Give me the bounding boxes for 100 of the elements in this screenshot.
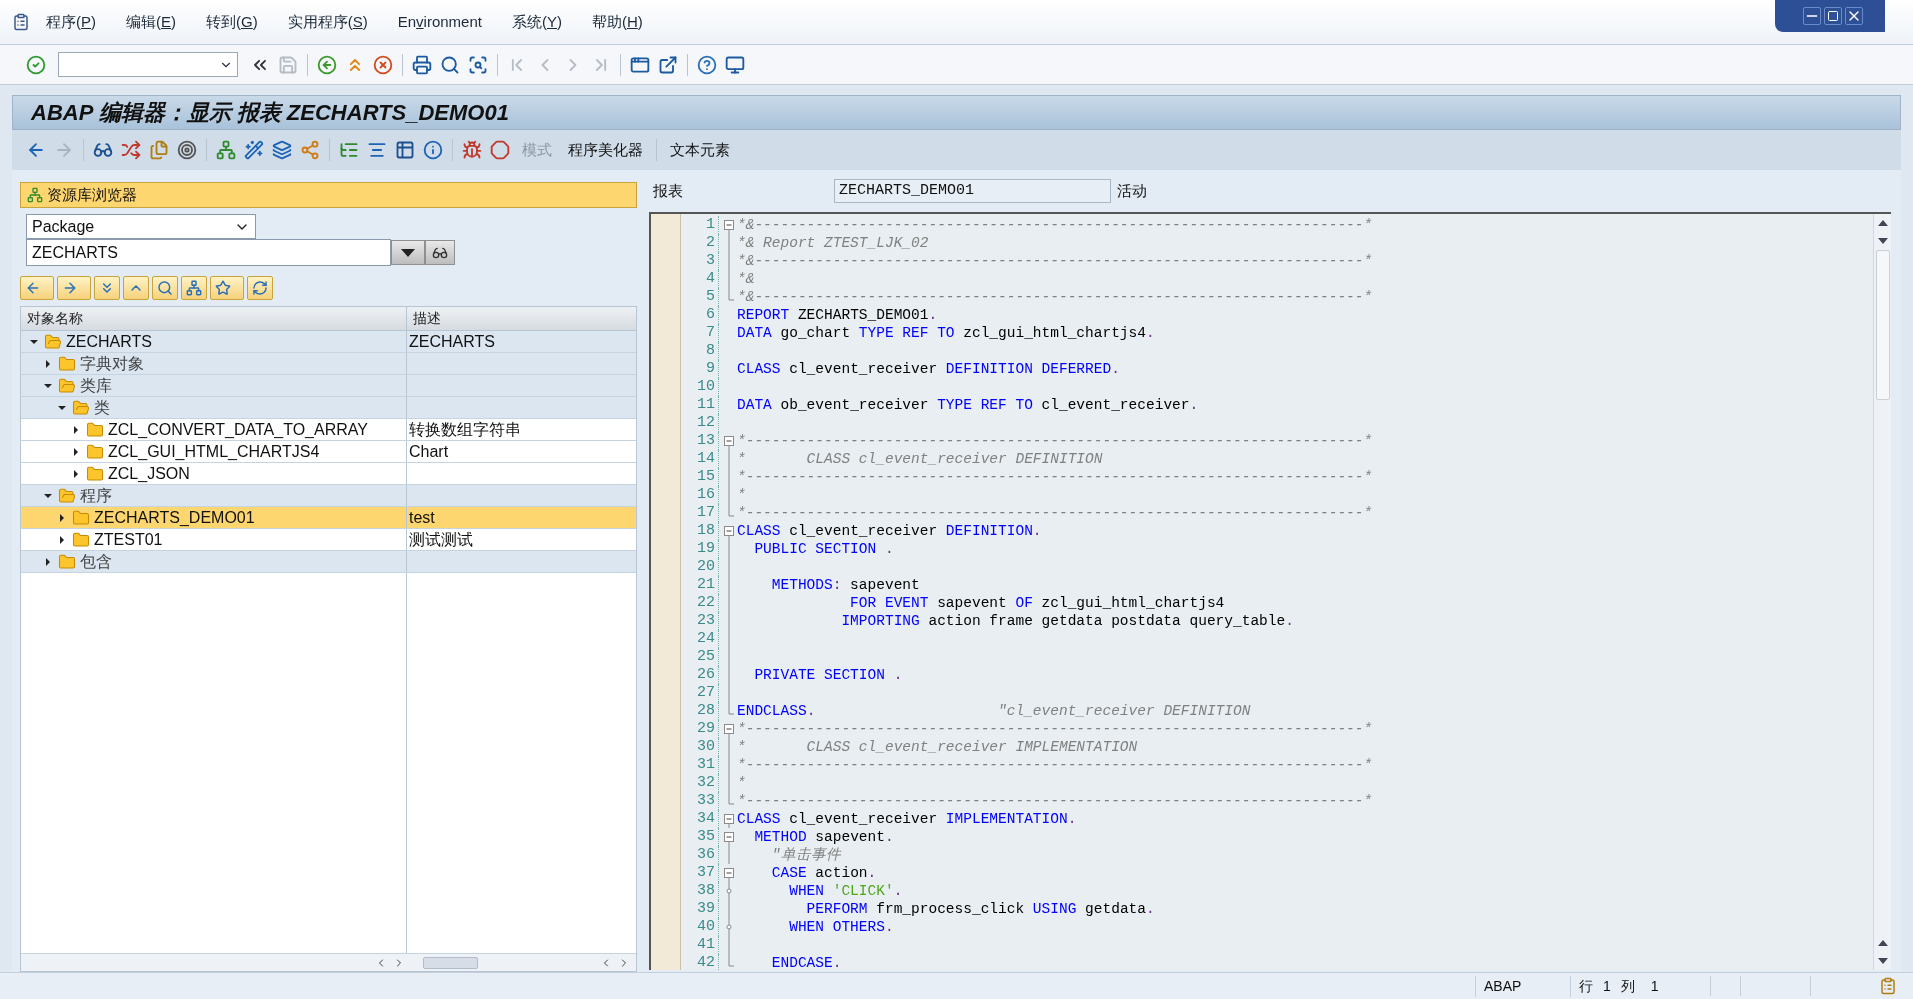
table-icon[interactable] [395,140,415,160]
column-header[interactable]: 对象名称 [21,307,407,330]
expand-button[interactable] [94,276,120,300]
find-button[interactable] [152,276,178,300]
expand-arrow-icon[interactable] [43,556,53,567]
line-number: 20 [681,558,719,576]
tree-row[interactable]: ZCL_GUI_HTML_CHARTJS4 Chart [21,441,636,463]
hierarchy-icon[interactable] [339,140,359,160]
check-circle-icon[interactable] [26,54,46,75]
restore-icon[interactable] [1824,7,1842,25]
search-next-icon[interactable] [468,54,488,75]
status-label: 活动 [1117,180,1147,201]
tree-row[interactable]: ZCL_CONVERT_DATA_TO_ARRAY 转换数组字符串 [21,419,636,441]
shuffle-icon[interactable] [121,140,141,160]
info-icon[interactable] [423,140,443,160]
tree-row[interactable]: ZECHARTS ZECHARTS [21,331,636,353]
tree-row[interactable]: 包含 [21,551,636,573]
code-line: *-----------------------------------------------------------------------* [737,432,1373,450]
refresh-button[interactable] [247,276,273,300]
close-icon[interactable] [1845,7,1863,25]
layers-icon[interactable] [272,140,292,160]
code-line: * [737,774,746,792]
line-number: 9 [681,360,719,378]
align-icon[interactable] [367,140,387,160]
menu-item[interactable]: 帮助(H) [591,10,643,34]
toolbar-text-button[interactable]: 程序美化器 [560,138,651,162]
help-icon[interactable] [697,54,717,75]
column-header[interactable]: 描述 [407,307,636,330]
triangle-down-icon [401,248,415,257]
tree-row[interactable]: 字典对象 [21,353,636,375]
display-button[interactable] [425,240,455,265]
code-line: PUBLIC SECTION . [753,540,894,558]
expand-arrow-icon[interactable] [71,468,81,479]
refresh-icon [252,280,268,296]
hierarchy-button[interactable] [181,276,207,300]
object-name-field[interactable]: ZECHARTS [26,239,391,266]
line-number: 25 [681,648,719,666]
menu-item[interactable]: 系统(Y) [511,10,562,34]
collapse-button[interactable] [123,276,149,300]
horizontal-scrollbar[interactable] [21,953,636,971]
tree-row[interactable]: ZTEST01 测试测试 [21,529,636,551]
tree-node-label: 程序 [80,485,112,506]
expand-arrow-icon[interactable] [57,512,67,523]
cancel-icon[interactable] [373,54,393,75]
expand-arrow-icon[interactable] [71,424,81,435]
toolbar-text-button[interactable]: 文本元素 [662,138,738,162]
favorites-button[interactable] [210,276,244,300]
clipboard-icon[interactable] [1879,977,1897,995]
glasses-icon[interactable] [93,140,113,160]
menu-item[interactable]: 转到(G) [206,10,258,34]
line-number: 30 [681,738,719,756]
tree-row[interactable]: ZCL_JSON [21,463,636,485]
back-icon[interactable] [317,54,337,75]
scroll-up-icon[interactable] [1877,220,1888,226]
bug-icon[interactable] [462,140,482,160]
expand-arrow-icon[interactable] [43,358,53,369]
forward-button[interactable] [57,276,91,300]
command-field[interactable] [58,52,238,77]
line-number: 14 [681,450,719,468]
target-icon[interactable] [177,140,197,160]
menu-item[interactable]: 编辑(E) [126,10,177,34]
stop-icon[interactable] [490,140,510,160]
tree-row[interactable]: ZECHARTS_DEMO01 test [21,507,636,529]
expand-arrow-icon[interactable] [71,446,81,457]
tree-row[interactable]: 程序 [21,485,636,507]
window-icon[interactable] [630,54,650,75]
tree-node-label: ZCL_CONVERT_DATA_TO_ARRAY [108,419,368,440]
object-type-select[interactable]: Package [26,214,256,239]
scrollbar-thumb[interactable] [423,956,478,969]
star-icon [215,280,231,296]
minimize-icon[interactable] [1803,7,1821,25]
tree-node-label: 包含 [80,551,112,572]
shortcut-icon[interactable] [658,54,678,75]
expand-arrow-icon[interactable] [57,534,67,545]
scrollbar-thumb[interactable] [1875,250,1890,400]
menu-item[interactable]: 程序(P) [46,10,96,34]
code-line: ENDCASE. [770,954,842,970]
line-number: 11 [681,396,719,414]
scroll-up-icon[interactable] [1877,940,1888,946]
scroll-down-icon[interactable] [1877,958,1888,964]
code-line: DATA go_chart TYPE REF TO zcl_gui_html_chartjs4. [737,324,1155,342]
scroll-down-icon[interactable] [1877,238,1888,244]
code-line: METHOD sapevent. [753,828,894,846]
search-icon[interactable] [440,54,460,75]
menu-item[interactable]: Environment [397,10,482,34]
printer-icon[interactable] [412,54,432,75]
code-line: *&----------------------------------------------------------------------* [737,288,1373,306]
dropdown-button[interactable] [391,240,425,265]
tree-row[interactable]: 类 [21,397,636,419]
tree-row[interactable]: 类库 [21,375,636,397]
wand-icon[interactable] [244,140,264,160]
monitor-icon[interactable] [725,54,745,75]
network-icon[interactable] [216,140,236,160]
files-icon[interactable] [149,140,169,160]
share-icon[interactable] [300,140,320,160]
vertical-scrollbar[interactable] [1873,214,1891,970]
menu-item[interactable]: 实用程序(S) [287,10,368,34]
back-button[interactable] [20,276,54,300]
code-line: REPORT ZECHARTS_DEMO01. [737,306,938,324]
browser-title: 资源库浏览器 [47,184,137,205]
